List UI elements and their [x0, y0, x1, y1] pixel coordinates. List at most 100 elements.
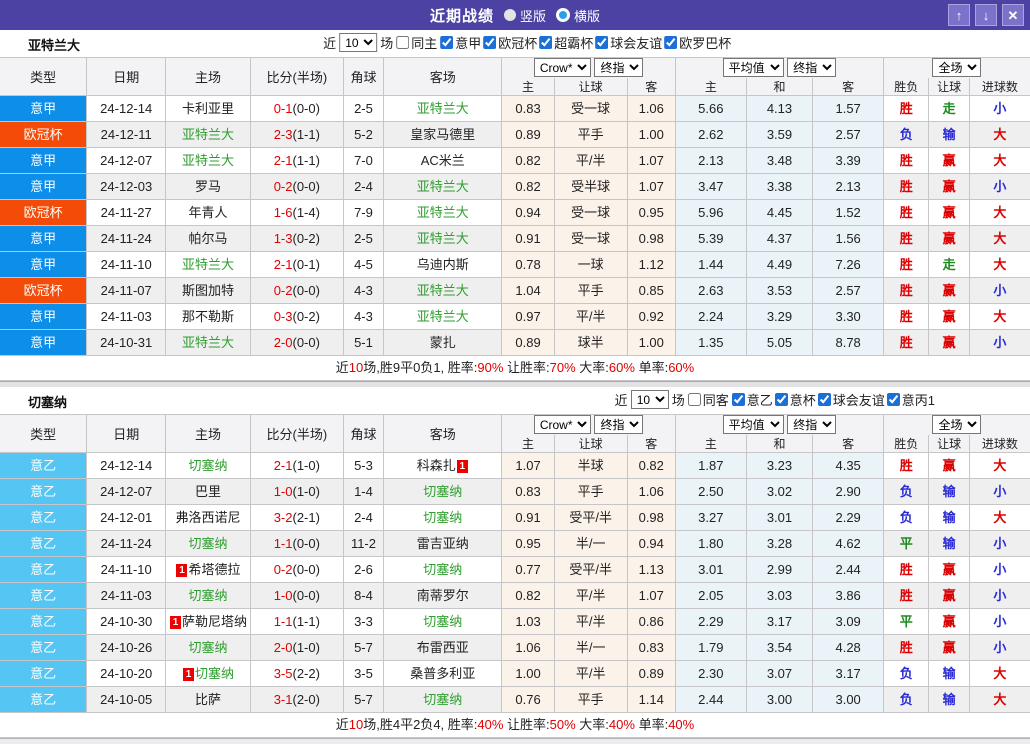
odds-source-select[interactable]: Crow*	[533, 58, 591, 78]
odds-source-select[interactable]: Crow*	[533, 415, 591, 435]
match-row: 意甲 24-12-07 亚特兰大 2-1(1-1) 7-0 AC米兰 0.82 平/半 1.07…	[0, 147, 1030, 174]
corner-score: 2-5	[342, 95, 385, 122]
result-handicap: 赢	[928, 277, 970, 304]
odds-away: 1.13	[626, 556, 676, 583]
odds-away: 0.95	[626, 199, 676, 226]
halftime-score: (0-1)	[292, 257, 320, 272]
result-handicap: 输	[928, 121, 970, 148]
fulltime-score: 3-5	[273, 666, 293, 681]
avg-source-select[interactable]: 平均值	[722, 415, 784, 435]
match-date: 24-12-07	[86, 147, 167, 174]
corner-score: 2-4	[342, 173, 385, 200]
avg-draw: 3.02	[745, 478, 814, 505]
close-button[interactable]: ✕	[1002, 4, 1024, 26]
competition-filter-欧冠杯[interactable]: 欧冠杯	[483, 33, 537, 52]
avg-home: 2.29	[674, 608, 747, 635]
avg-source-select[interactable]: 平均值	[722, 58, 784, 78]
odds-source-header: Crow* 终指	[501, 414, 676, 435]
same-venue-filter[interactable]: 同主	[396, 33, 437, 52]
competition-checkbox[interactable]	[483, 36, 497, 49]
competition-checkbox[interactable]	[817, 393, 831, 406]
summary-stat-label: 单率:	[634, 360, 669, 375]
layout-horizontal-radio[interactable]: 横版	[556, 6, 600, 25]
result-goals: 大	[968, 660, 1030, 687]
score-cell: 0-1(0-0)	[249, 95, 344, 122]
competition-filter-意甲[interactable]: 意甲	[440, 33, 481, 52]
away-team-cell: 切塞纳	[383, 556, 503, 583]
competition-checkbox[interactable]	[731, 393, 745, 406]
competition-checkbox[interactable]	[664, 36, 678, 49]
scroll-up-button[interactable]: ↑	[948, 4, 970, 26]
home-team-cell: 切塞纳	[165, 452, 251, 479]
team-name: 切塞纳	[188, 458, 228, 473]
match-row: 欧冠杯 24-11-07 斯图加特 0-2(0-0) 4-3 亚特兰大 1.04 平手 0.85…	[0, 277, 1030, 304]
result-handicap: 赢	[928, 634, 970, 661]
red-card-badge: 1	[182, 668, 194, 681]
competition-filter-欧罗巴杯[interactable]: 欧罗巴杯	[664, 33, 731, 52]
subcol-odds-handicap: 让球	[553, 77, 628, 96]
home-team-cell: 弗洛西诺尼	[165, 504, 251, 531]
avg-away: 2.57	[812, 277, 884, 304]
competition-filter-球会友谊[interactable]: 球会友谊	[817, 390, 885, 409]
match-date: 24-10-20	[86, 660, 167, 687]
result-goals: 小	[968, 608, 1030, 635]
odds-kind-select[interactable]: 终指	[594, 415, 644, 435]
match-row: 意乙 24-12-01 弗洛西诺尼 3-2(2-1) 2-4 切塞纳 0.91 受平/半 0.9…	[0, 504, 1030, 531]
competition-filter-意杯[interactable]: 意杯	[774, 390, 816, 409]
avg-home: 1.80	[674, 530, 747, 557]
competition-filter-意丙1[interactable]: 意丙1	[886, 390, 935, 409]
match-date: 24-10-30	[86, 608, 167, 635]
avg-away: 2.90	[812, 478, 884, 505]
match-date: 24-12-11	[86, 121, 167, 148]
competition-filter-意乙[interactable]: 意乙	[731, 390, 773, 409]
league-badge: 意乙	[0, 582, 88, 609]
competition-checkbox[interactable]	[595, 36, 609, 49]
avg-home: 2.63	[674, 277, 747, 304]
competition-label: 意甲	[455, 36, 482, 51]
competition-checkbox[interactable]	[440, 36, 454, 49]
same-venue-checkbox[interactable]	[396, 36, 410, 49]
result-goals: 大	[968, 121, 1030, 148]
competition-filter-球会友谊[interactable]: 球会友谊	[595, 33, 662, 52]
team-name: 亚特兰大	[181, 335, 234, 350]
competition-filter-超霸杯[interactable]: 超霸杯	[539, 33, 593, 52]
scope-select[interactable]: 全场	[932, 58, 982, 78]
subcol-avg-away: 客	[812, 77, 884, 96]
up-arrow-icon: ↑	[955, 7, 963, 23]
competition-checkbox[interactable]	[774, 393, 788, 406]
home-team-cell: 亚特兰大	[165, 329, 251, 356]
competition-label: 球会友谊	[610, 36, 663, 51]
scope-select[interactable]: 全场	[932, 415, 982, 435]
away-team-cell: 亚特兰大	[383, 199, 503, 226]
home-team-cell: 亚特兰大	[165, 251, 251, 278]
summary-stat-label: 单率:	[634, 717, 669, 732]
halftime-score: (0-0)	[292, 536, 320, 551]
league-badge: 意乙	[0, 608, 88, 635]
avg-away: 3.39	[812, 147, 884, 174]
halftime-score: (2-1)	[292, 510, 320, 525]
avg-kind-select[interactable]: 终指	[787, 58, 837, 78]
layout-vertical-radio[interactable]: 竖版	[503, 6, 546, 25]
halftime-score: (1-0)	[292, 458, 320, 473]
odds-kind-select[interactable]: 终指	[594, 58, 644, 78]
avg-kind-select[interactable]: 终指	[787, 415, 837, 435]
team-name: 巴里	[194, 484, 221, 499]
competition-checkbox[interactable]	[886, 393, 900, 406]
same-venue-filter[interactable]: 同客	[687, 390, 729, 409]
result-wdl: 平	[882, 608, 930, 635]
result-handicap: 走	[928, 251, 970, 278]
league-badge: 意乙	[0, 660, 88, 687]
avg-home: 1.87	[674, 452, 747, 479]
scroll-down-button[interactable]: ↓	[975, 4, 997, 26]
league-badge: 意乙	[0, 504, 88, 531]
competition-label: 球会友谊	[832, 393, 885, 408]
recent-count-select[interactable]: 10	[630, 390, 669, 409]
competition-checkbox[interactable]	[539, 36, 553, 49]
col-corner: 角球	[342, 414, 385, 453]
same-venue-checkbox[interactable]	[687, 393, 701, 406]
avg-draw: 3.00	[745, 686, 814, 713]
result-goals: 小	[968, 329, 1030, 356]
summary-row: 近10场,胜9平0负1, 胜率:90% 让胜率:70% 大率:60% 单率:60…	[0, 355, 1030, 381]
recent-count-select[interactable]: 10	[339, 33, 378, 52]
odds-handicap: 一球	[553, 251, 628, 278]
